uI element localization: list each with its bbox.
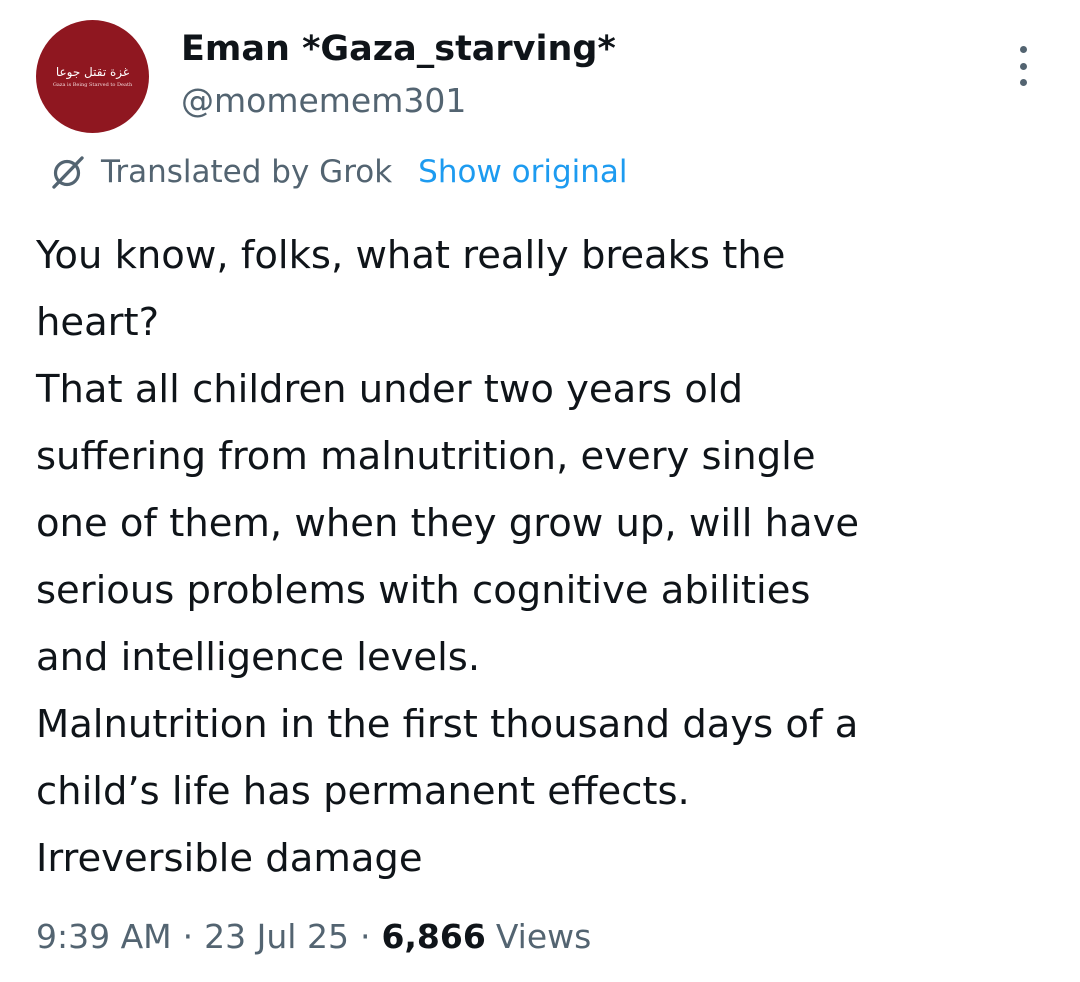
- tweet-text-line: and intelligence levels.: [36, 635, 481, 680]
- views-count[interactable]: 6,866: [381, 917, 485, 956]
- tweet-text-line: child’s life has permanent effects.: [36, 769, 690, 814]
- tweet-text-line: You know, folks, what really breaks the: [36, 233, 786, 278]
- tweet: غزة تقتل جوعا Gaza is Being Starved to D…: [0, 0, 1080, 982]
- views-label: Views: [495, 916, 592, 956]
- meta-separator: ·: [182, 916, 194, 956]
- tweet-text-line: one of them, when they grow up, will hav…: [36, 501, 860, 546]
- avatar[interactable]: غزة تقتل جوعا Gaza is Being Starved to D…: [36, 20, 149, 133]
- author-display-name[interactable]: Eman *Gaza_starving*: [181, 26, 616, 72]
- translation-bar: Translated by Grok Show original: [48, 151, 628, 193]
- tweet-text-line: Irreversible damage: [36, 836, 423, 881]
- avatar-caption: Gaza is Being Starved to Death: [52, 81, 133, 88]
- more-dot: [1019, 46, 1027, 53]
- more-dot: [1019, 79, 1027, 86]
- grok-icon: [52, 156, 84, 189]
- tweet-time[interactable]: 9:39 AM: [36, 917, 172, 956]
- translated-by-label: Translated by Grok: [101, 154, 393, 190]
- author-handle[interactable]: @momemem301: [181, 79, 466, 123]
- tweet-text-line: suffering from malnutrition, every singl…: [36, 434, 816, 479]
- tweet-text-line: Malnutrition in the first thousand days …: [36, 702, 859, 747]
- more-options-icon[interactable]: [1006, 46, 1040, 86]
- tweet-metadata: 9:39 AM · 23 Jul 25 · 6,866 Views: [36, 908, 591, 964]
- tweet-text: You know, folks, what really breaks the …: [36, 222, 1056, 892]
- more-dot: [1019, 62, 1027, 70]
- tweet-text-line: heart?: [36, 300, 160, 345]
- avatar-arabic-text: غزة تقتل جوعا: [55, 64, 130, 79]
- tweet-text-line: serious problems with cognitive abilitie…: [36, 568, 811, 613]
- show-original-link[interactable]: Show original: [418, 154, 627, 190]
- meta-separator: ·: [359, 916, 371, 956]
- tweet-text-line: That all children under two years old: [36, 367, 744, 412]
- tweet-date[interactable]: 23 Jul 25: [204, 917, 349, 956]
